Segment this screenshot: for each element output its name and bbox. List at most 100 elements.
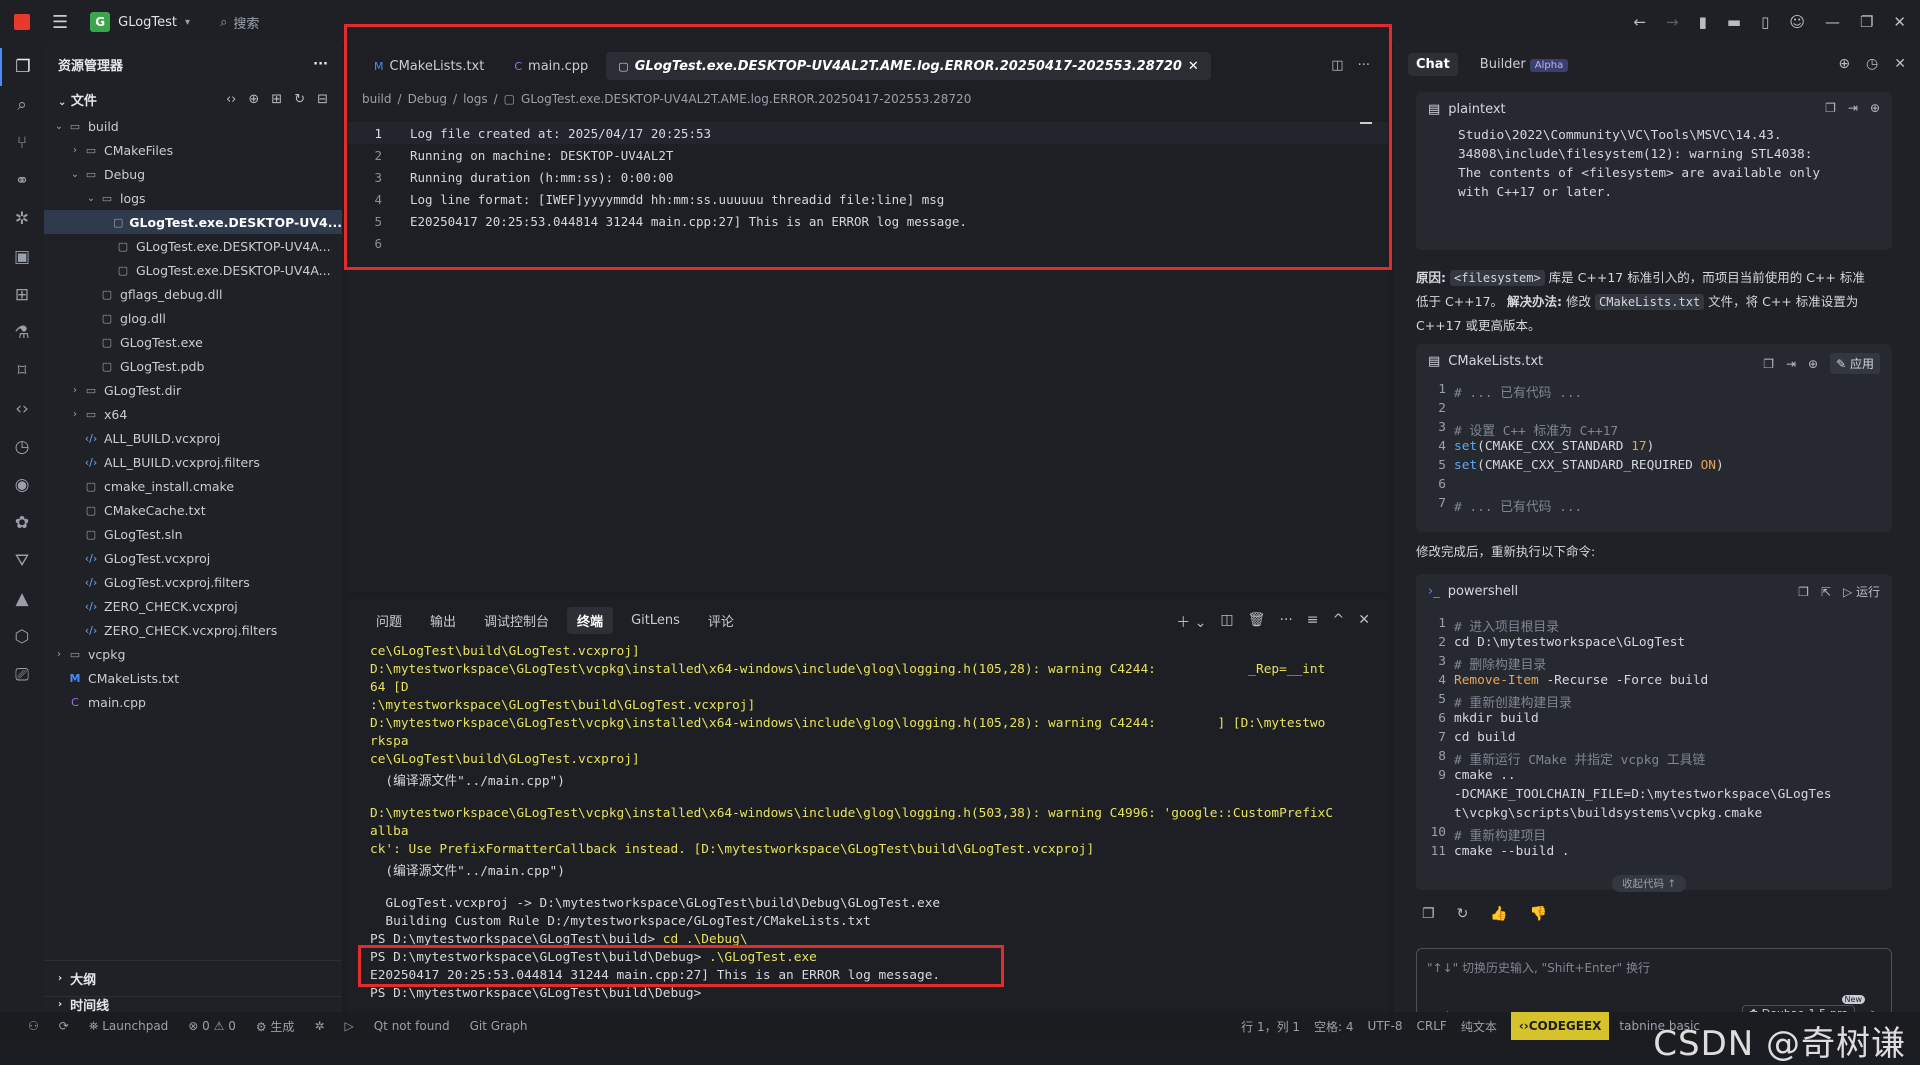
explorer-icon[interactable]: ❐	[0, 48, 44, 86]
extensions-icon[interactable]: ⊞	[0, 276, 44, 314]
breadcrumb-item[interactable]: GLogTest.exe.DESKTOP-UV4AL2T.AME.log.ERR…	[521, 92, 971, 106]
toggle-panel-icon[interactable]: ▬	[1727, 13, 1741, 31]
panel-tab[interactable]: 输出	[420, 607, 466, 634]
trash-icon[interactable]: 🗑	[1248, 612, 1266, 632]
source-control-icon[interactable]: ⑂	[0, 124, 44, 162]
split-editor-icon[interactable]: ◫	[1331, 58, 1343, 73]
codegeex-status[interactable]: ‹› CODEGEEX	[1510, 1012, 1610, 1040]
new-folder-icon[interactable]: ⊞	[271, 92, 282, 107]
more-actions-icon[interactable]: ···	[313, 57, 328, 72]
tab-builder[interactable]: Builder Alpha	[1472, 53, 1576, 76]
collapse-code-button[interactable]: 收起代码 ↑	[1612, 875, 1687, 892]
breadcrumb-item[interactable]: Debug	[408, 92, 447, 106]
bug-icon[interactable]: ✲	[314, 1019, 324, 1033]
menu-icon[interactable]: ☰	[52, 12, 68, 33]
files-section-header[interactable]: ⌄ 文件 ‹› ⊕ ⊞ ↻ ⊟	[44, 84, 342, 114]
run-button[interactable]: ▷ 运行	[1843, 583, 1880, 600]
tree-item[interactable]: M CMakeLists.txt	[44, 666, 342, 690]
terminal-output[interactable]: ce\GLogTest\build\GLogTest.vcxproj] D:\my…	[348, 642, 1388, 1004]
panel-settings-icon[interactable]: ≡	[1307, 612, 1319, 632]
tree-item[interactable]: ▢ glog.dll	[44, 306, 342, 330]
tree-item[interactable]: ▢ gflags_debug.dll	[44, 282, 342, 306]
run-icon[interactable]: ▷	[345, 1019, 354, 1033]
tree-item[interactable]: ▢ GLogTest.exe.DESKTOP-UV4A...	[44, 258, 342, 282]
remote-explorer-icon[interactable]: ⎚	[0, 656, 44, 694]
outline-section-header[interactable]: › 大纲	[44, 960, 342, 996]
history-icon[interactable]: ◷	[1866, 56, 1878, 72]
tab-chat[interactable]: Chat	[1408, 52, 1458, 76]
remote-status-icon[interactable]: ⚇	[28, 1019, 39, 1033]
terminal-insert-icon[interactable]: ⇱	[1821, 585, 1831, 599]
back-arrow-icon[interactable]: ←	[1633, 13, 1646, 31]
deploy-icon[interactable]: ⛛	[0, 542, 44, 580]
tree-item[interactable]: Cmain.cpp	[44, 690, 342, 714]
tree-item[interactable]: ▢ GLogTest.exe	[44, 330, 342, 354]
sync-icon[interactable]: ⟳	[59, 1019, 69, 1033]
timeline-section-header[interactable]: › 时间线	[44, 996, 342, 1014]
new-file-icon[interactable]: ⊕	[1808, 357, 1818, 371]
tree-item[interactable]: ‹/› GLogTest.vcxproj	[44, 546, 342, 570]
panel-tab[interactable]: GitLens	[621, 609, 690, 632]
tree-item[interactable]: ‹/› ALL_BUILD.vcxproj.filters	[44, 450, 342, 474]
code-view-icon[interactable]: ‹›	[226, 92, 236, 107]
testing-icon[interactable]: ⚗	[0, 314, 44, 352]
insert-icon[interactable]: ⇥	[1786, 357, 1796, 371]
debug-icon[interactable]: ✲	[0, 200, 44, 238]
tree-item[interactable]: ⌄ ▭ build	[44, 114, 342, 138]
thumbs-down-icon[interactable]: 👎	[1530, 906, 1547, 922]
remote-icon[interactable]: ⚭	[0, 162, 44, 200]
code-icon[interactable]: ‹›	[0, 390, 44, 428]
database-icon[interactable]: ⬡	[0, 618, 44, 656]
forward-arrow-icon[interactable]: →	[1666, 13, 1679, 31]
toggle-secondary-sidebar-icon[interactable]: ▯	[1761, 13, 1769, 31]
search-view-icon[interactable]: ⌕	[0, 86, 44, 124]
tree-item[interactable]: ▢ cmake_install.cmake	[44, 474, 342, 498]
new-file-icon[interactable]: ⊕	[248, 92, 259, 107]
tree-item[interactable]: › ▭ x64	[44, 402, 342, 426]
timeline-view-icon[interactable]: ◷	[0, 428, 44, 466]
tree-item[interactable]: ‹/› ZERO_CHECK.vcxproj	[44, 594, 342, 618]
tree-item[interactable]: ‹/› ALL_BUILD.vcxproj	[44, 426, 342, 450]
add-terminal-icon[interactable]: ＋ ⌄	[1176, 612, 1206, 632]
apply-button[interactable]: ✎ 应用	[1830, 353, 1880, 374]
tree-item[interactable]: › ▭ GLogTest.dir	[44, 378, 342, 402]
code-view[interactable]: 1 Log file created at: 2025/04/17 20:25:5…	[348, 110, 1388, 254]
build-button[interactable]: ⚙ 生成	[256, 1018, 295, 1035]
problems-indicator[interactable]: ⊗ 0 ⚠ 0	[188, 1019, 236, 1033]
editor-tab[interactable]: M CMakeLists.txt	[362, 52, 496, 80]
breadcrumb-item[interactable]: logs	[463, 92, 488, 106]
panel-tab[interactable]: 调试控制台	[474, 607, 559, 634]
tree-item[interactable]: ‹/› ZERO_CHECK.vcxproj.filters	[44, 618, 342, 642]
restore-icon[interactable]: ❐	[1860, 13, 1873, 31]
insert-icon[interactable]: ⇥	[1848, 101, 1858, 115]
more-actions-icon[interactable]: ···	[1358, 58, 1370, 73]
panel-tab[interactable]: 评论	[698, 607, 744, 634]
encoding[interactable]: UTF-8	[1368, 1019, 1403, 1033]
close-window-icon[interactable]: ✕	[1893, 13, 1906, 31]
copy-icon[interactable]: ❐	[1825, 101, 1836, 115]
copy-icon[interactable]: ❐	[1422, 906, 1435, 922]
launchpad-button[interactable]: ⛯ Launchpad	[89, 1019, 168, 1034]
toggle-sidebar-icon[interactable]: ▮	[1699, 13, 1707, 31]
language-mode[interactable]: 纯文本	[1461, 1018, 1497, 1035]
close-tab-icon[interactable]: ✕	[1188, 59, 1199, 74]
close-panel-icon[interactable]: ✕	[1358, 612, 1370, 632]
project-selector[interactable]: G GLogTest ▾	[90, 12, 190, 32]
panel-tab[interactable]: 问题	[366, 607, 412, 634]
copy-icon[interactable]: ❐	[1798, 585, 1809, 599]
tree-item[interactable]: ⌄ ▭ Debug	[44, 162, 342, 186]
new-chat-icon[interactable]: ⊕	[1838, 56, 1850, 72]
thumbs-up-icon[interactable]: 👍	[1490, 906, 1507, 922]
editor-tab[interactable]: ▢ GLogTest.exe.DESKTOP-UV4AL2T.AME.log.ER…	[606, 52, 1211, 80]
tree-item[interactable]: ⌄ ▭ logs	[44, 186, 342, 210]
line-ending[interactable]: CRLF	[1417, 1019, 1447, 1033]
tree-item[interactable]: › ▭ vcpkg	[44, 642, 342, 666]
bookmark-icon[interactable]: ⌑	[0, 352, 44, 390]
more-actions-icon[interactable]: ···	[1279, 612, 1292, 632]
tree-item[interactable]: ▢ CMakeCache.txt	[44, 498, 342, 522]
tree-item[interactable]: ▢ GLogTest.exe.DESKTOP-UV4A...	[44, 234, 342, 258]
close-chat-icon[interactable]: ✕	[1894, 56, 1906, 72]
run-debug-icon[interactable]: ▣	[0, 238, 44, 276]
collapse-all-icon[interactable]: ⊟	[317, 92, 328, 107]
minimize-icon[interactable]: —	[1825, 13, 1840, 31]
